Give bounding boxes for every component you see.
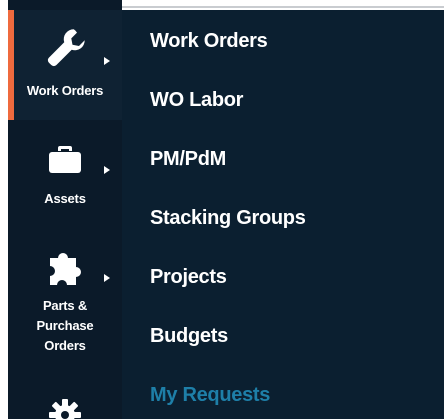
- sidebar-item-label: Parts & Purchase Orders: [36, 298, 94, 353]
- wrench-icon: [47, 29, 85, 67]
- submenu-item-stacking-groups[interactable]: Stacking Groups: [150, 205, 306, 231]
- sidebar-item-parts-purchase-orders[interactable]: Parts & Purchase Orders: [8, 248, 122, 368]
- sidebar-item-label: Assets: [44, 191, 86, 206]
- sidebar-item-work-orders[interactable]: Work Orders: [8, 10, 122, 120]
- sidebar-item-assets[interactable]: Assets: [8, 138, 122, 218]
- gear-icon: [49, 399, 81, 419]
- puzzle-icon: [50, 253, 81, 285]
- work-orders-submenu: Work Orders WO Labor PM/PdM Stacking Gro…: [122, 10, 444, 419]
- submenu-item-my-requests[interactable]: My Requests: [150, 382, 270, 408]
- submenu-item-projects[interactable]: Projects: [150, 264, 227, 290]
- chevron-right-icon: [104, 166, 110, 174]
- main-sidebar: Work Orders Assets Parts & Purchase Orde…: [8, 0, 122, 419]
- chevron-right-icon: [104, 57, 110, 65]
- submenu-item-work-orders[interactable]: Work Orders: [150, 28, 268, 54]
- briefcase-icon: [49, 146, 81, 173]
- sidebar-item-settings[interactable]: [8, 392, 122, 419]
- left-edge: [0, 0, 8, 419]
- active-indicator: [8, 10, 14, 120]
- chevron-right-icon: [104, 274, 110, 282]
- submenu-item-budgets[interactable]: Budgets: [150, 323, 228, 349]
- submenu-item-wo-labor[interactable]: WO Labor: [150, 87, 243, 113]
- sidebar-item-label: Work Orders: [26, 83, 104, 98]
- submenu-item-pm-pdm[interactable]: PM/PdM: [150, 146, 226, 172]
- top-edge: [122, 0, 444, 10]
